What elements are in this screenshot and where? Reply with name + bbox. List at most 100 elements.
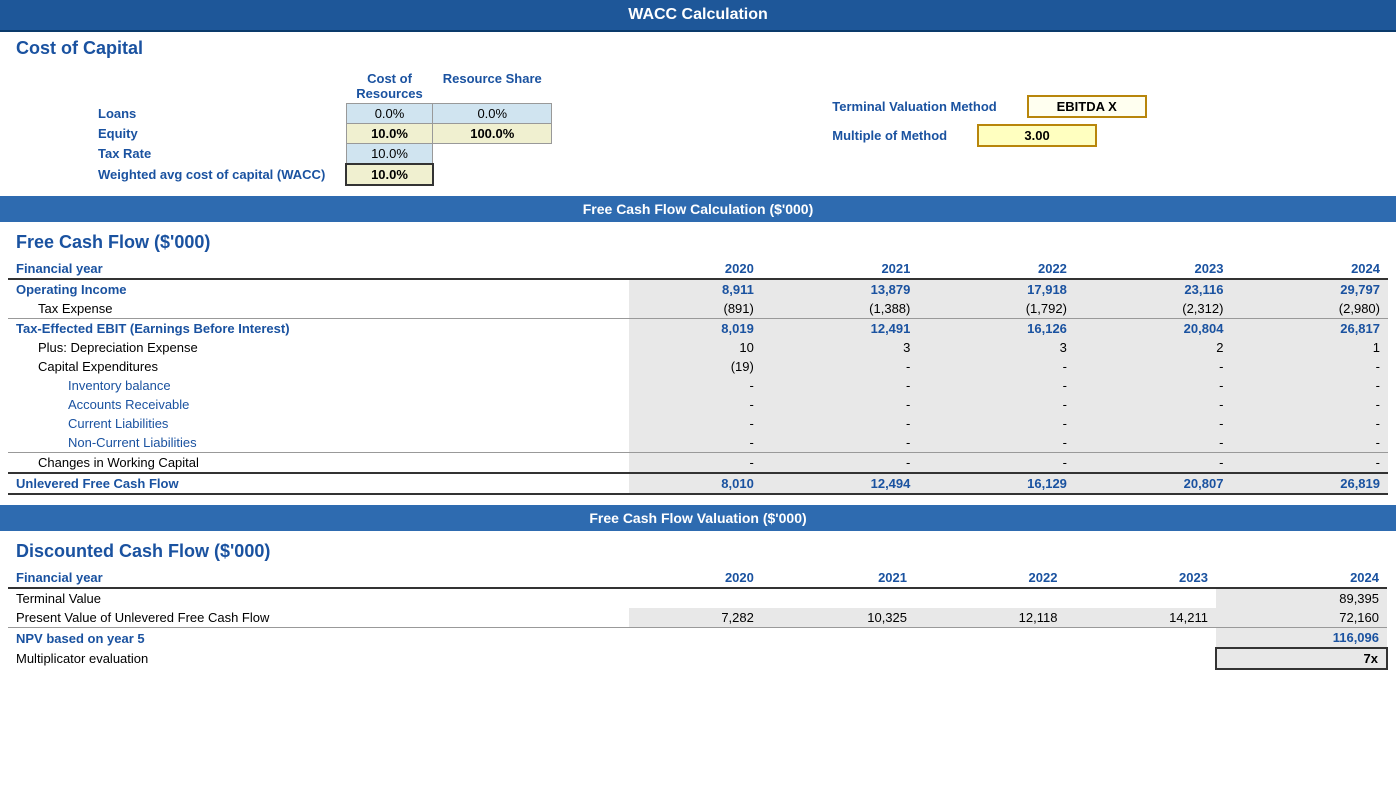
cl-2021: -: [762, 414, 919, 433]
ar-2022: -: [918, 395, 1075, 414]
multiple-value-box[interactable]: 3.00: [977, 124, 1097, 147]
ncl-2023: -: [1075, 433, 1232, 453]
depreciation-label: Plus: Depreciation Expense: [8, 338, 629, 357]
cost-of-capital-section: Cost of Capital Cost of Resources Resour…: [0, 32, 1396, 196]
fcf-table: Financial year 2020 2021 2022 2023 2024 …: [8, 259, 1388, 495]
inventory-2022: -: [918, 376, 1075, 395]
accounts-receivable-row: Accounts Receivable - - - - -: [8, 395, 1388, 414]
equity-share[interactable]: 100.0%: [433, 124, 552, 144]
inventory-2021: -: [762, 376, 919, 395]
operating-income-2024: 29,797: [1231, 279, 1388, 299]
terminal-value-label: Terminal Value: [8, 588, 629, 608]
npv-2023: [1065, 628, 1215, 649]
cwc-label: Changes in Working Capital: [8, 453, 629, 474]
capex-2021: -: [762, 357, 919, 376]
fcf-section: Free Cash Flow ($'000) Financial year 20…: [0, 222, 1396, 505]
capex-row: Capital Expenditures (19) - - - -: [8, 357, 1388, 376]
inventory-2023: -: [1075, 376, 1232, 395]
current-liabilities-label: Current Liabilities: [8, 414, 629, 433]
tv-2021: [762, 588, 915, 608]
fcf-section-title: Free Cash Flow Calculation ($'000): [0, 196, 1396, 222]
multiplicator-value[interactable]: 7x: [1216, 648, 1387, 669]
cwc-2022: -: [918, 453, 1075, 474]
capex-2024: -: [1231, 357, 1388, 376]
dcf-year-2021-th: 2021: [762, 568, 915, 588]
unlevered-label: Unlevered Free Cash Flow: [8, 473, 629, 494]
tax-expense-label: Tax Expense: [8, 299, 629, 319]
depreciation-2023: 2: [1075, 338, 1232, 357]
loans-row: Loans 0.0% 0.0%: [88, 104, 552, 124]
tax-rate-label: Tax Rate: [88, 144, 346, 165]
dcf-section: Discounted Cash Flow ($'000) Financial y…: [0, 531, 1396, 680]
fcf-header: Free Cash Flow ($'000): [8, 226, 1388, 259]
dcf-year-header-row: Financial year 2020 2021 2022 2023 2024: [8, 568, 1387, 588]
fcf-year-header-row: Financial year 2020 2021 2022 2023 2024: [8, 259, 1388, 279]
tax-expense-row: Tax Expense (891) (1,388) (1,792) (2,312…: [8, 299, 1388, 319]
ncl-2021: -: [762, 433, 919, 453]
current-liabilities-row: Current Liabilities - - - - -: [8, 414, 1388, 433]
dcf-year-2024-th: 2024: [1216, 568, 1387, 588]
loans-cost[interactable]: 0.0%: [346, 104, 432, 124]
pv-2021: 10,325: [762, 608, 915, 628]
tax-expense-2021: (1,388): [762, 299, 919, 319]
mult-2022: [915, 648, 1065, 669]
ar-2020: -: [629, 395, 762, 414]
tax-effected-2020: 8,019: [629, 319, 762, 339]
fcf-year-2020-th: 2020: [629, 259, 762, 279]
ncl-2024: -: [1231, 433, 1388, 453]
unlevered-fcf-row: Unlevered Free Cash Flow 8,010 12,494 16…: [8, 473, 1388, 494]
cl-2023: -: [1075, 414, 1232, 433]
cwc-2020: -: [629, 453, 762, 474]
depreciation-2020: 10: [629, 338, 762, 357]
tax-rate-cost[interactable]: 10.0%: [346, 144, 432, 165]
tv-2023: [1065, 588, 1215, 608]
cwc-2021: -: [762, 453, 919, 474]
operating-income-2020: 8,911: [629, 279, 762, 299]
terminal-value-box[interactable]: EBITDA X: [1027, 95, 1147, 118]
wacc-row: Weighted avg cost of capital (WACC) 10.0…: [88, 164, 552, 185]
main-title: WACC Calculation: [0, 0, 1396, 32]
unlevered-2023: 20,807: [1075, 473, 1232, 494]
equity-cost[interactable]: 10.0%: [346, 124, 432, 144]
multiple-of-method-label: Multiple of Method: [832, 128, 947, 143]
depreciation-2021: 3: [762, 338, 919, 357]
mult-2021: [762, 648, 915, 669]
terminal-value-row: Terminal Value 89,395: [8, 588, 1387, 608]
equity-row: Equity 10.0% 100.0%: [88, 124, 552, 144]
equity-label: Equity: [88, 124, 346, 144]
ar-2024: -: [1231, 395, 1388, 414]
operating-income-2023: 23,116: [1075, 279, 1232, 299]
tv-2022: [915, 588, 1065, 608]
npv-value: 116,096: [1216, 628, 1387, 649]
tax-effected-2022: 16,126: [918, 319, 1075, 339]
fcf-year-2022-th: 2022: [918, 259, 1075, 279]
loans-share[interactable]: 0.0%: [433, 104, 552, 124]
dcf-year-2022-th: 2022: [915, 568, 1065, 588]
pv-2024: 72,160: [1216, 608, 1387, 628]
col-cost-header: Cost of Resources: [346, 69, 432, 104]
loans-label: Loans: [88, 104, 346, 124]
tax-rate-share: [433, 144, 552, 165]
fcf-year-2024-th: 2024: [1231, 259, 1388, 279]
tax-effected-label: Tax-Effected EBIT (Earnings Before Inter…: [8, 319, 629, 339]
dcf-header: Discounted Cash Flow ($'000): [8, 535, 1388, 568]
dcf-year-2020-th: 2020: [629, 568, 762, 588]
depreciation-2022: 3: [918, 338, 1075, 357]
tax-effected-2024: 26,817: [1231, 319, 1388, 339]
unlevered-2022: 16,129: [918, 473, 1075, 494]
capex-2023: -: [1075, 357, 1232, 376]
dcf-table: Financial year 2020 2021 2022 2023 2024 …: [8, 568, 1388, 670]
changes-working-capital-row: Changes in Working Capital - - - - -: [8, 453, 1388, 474]
depreciation-row: Plus: Depreciation Expense 10 3 3 2 1: [8, 338, 1388, 357]
cl-2024: -: [1231, 414, 1388, 433]
non-current-liabilities-row: Non-Current Liabilities - - - - -: [8, 433, 1388, 453]
fcf-year-2023-th: 2023: [1075, 259, 1232, 279]
tv-2024: 89,395: [1216, 588, 1387, 608]
unlevered-2021: 12,494: [762, 473, 919, 494]
unlevered-2020: 8,010: [629, 473, 762, 494]
fcf-valuation-title: Free Cash Flow Valuation ($'000): [0, 505, 1396, 531]
terminal-valuation-label: Terminal Valuation Method: [832, 99, 996, 114]
capex-2022: -: [918, 357, 1075, 376]
pv-unlevered-row: Present Value of Unlevered Free Cash Flo…: [8, 608, 1387, 628]
cl-2020: -: [629, 414, 762, 433]
